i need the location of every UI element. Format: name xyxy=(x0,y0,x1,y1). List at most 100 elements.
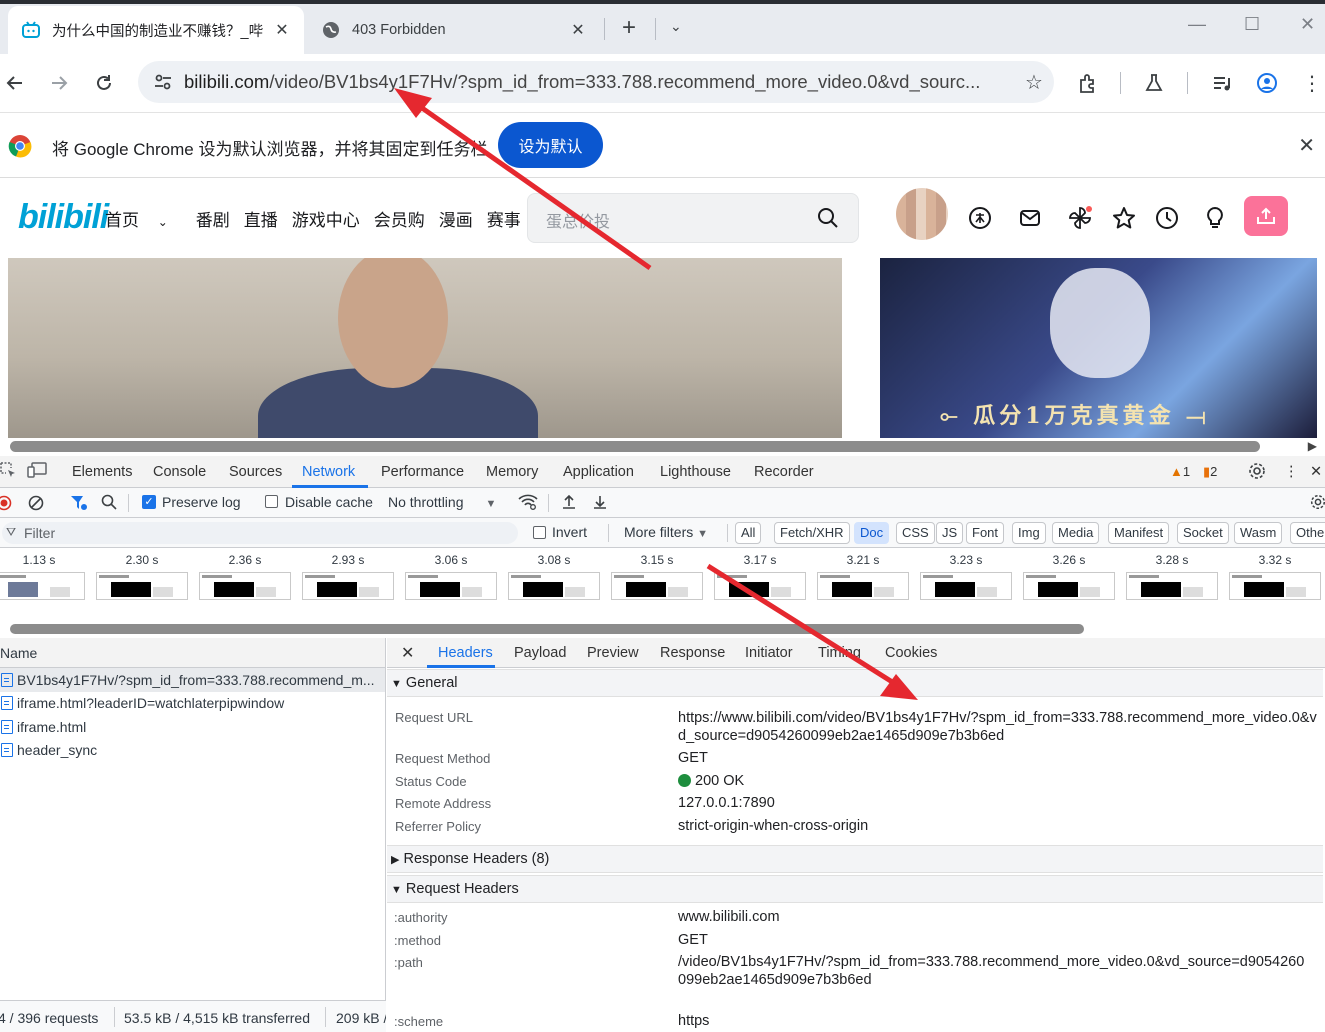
more-filters-dropdown[interactable]: More filters ▼ xyxy=(624,524,708,540)
clear-icon[interactable] xyxy=(28,495,44,514)
filter-chip-doc[interactable]: Doc xyxy=(854,522,890,544)
filter-chip-wasm[interactable]: Wasm xyxy=(1234,522,1283,544)
device-toolbar-icon[interactable] xyxy=(27,462,47,482)
address-bar[interactable]: bilibili.com/video/BV1bs4y1F7Hv/?spm_id_… xyxy=(138,61,1054,103)
table-row[interactable]: iframe.html?leaderID=watchlaterpipwindow xyxy=(0,692,385,716)
vip-icon[interactable] xyxy=(966,204,994,232)
message-icon[interactable] xyxy=(1016,204,1044,232)
scrollbar-thumb[interactable] xyxy=(10,441,1260,452)
ad-banner[interactable]: ⟜ 瓜分1万克真黄金 ⟞ xyxy=(880,258,1317,438)
filmstrip-frame[interactable]: 3.23 s xyxy=(920,548,1012,608)
chrome-menu-icon[interactable]: ⋮ xyxy=(1297,68,1325,98)
nav-anime[interactable]: 番剧 xyxy=(196,206,230,231)
close-devtools-icon[interactable]: ✕ xyxy=(1310,464,1322,480)
filmstrip-frame[interactable]: 3.26 s xyxy=(1023,548,1115,608)
close-window-icon[interactable]: ✕ xyxy=(1300,14,1315,35)
issues-badge[interactable]: ▮2 xyxy=(1203,464,1217,480)
video-player[interactable] xyxy=(8,258,842,438)
tab-sources[interactable]: Sources xyxy=(229,464,282,480)
tab-payload[interactable]: Payload xyxy=(514,645,566,661)
close-infobar-icon[interactable]: ✕ xyxy=(1298,133,1315,158)
invert-checkbox[interactable] xyxy=(533,526,546,539)
throttling-select[interactable]: No throttling ▼ xyxy=(388,494,496,510)
filmstrip-frame[interactable]: 2.36 s xyxy=(199,548,291,608)
scroll-right-arrow-icon[interactable]: ▶ xyxy=(1308,439,1317,453)
tab-console[interactable]: Console xyxy=(153,464,206,480)
filter-chip-fetch-xhr[interactable]: Fetch/XHR xyxy=(774,522,850,544)
filter-chip-socket[interactable]: Socket xyxy=(1177,522,1229,544)
close-details-icon[interactable]: ✕ xyxy=(401,643,414,663)
tab-initiator[interactable]: Initiator xyxy=(745,645,793,661)
tab-bilibili[interactable]: 为什么中国的制造业不赚钱？_哔 ✕ xyxy=(8,6,304,54)
name-column-header[interactable]: Name xyxy=(0,638,385,668)
tab-performance[interactable]: Performance xyxy=(381,464,464,480)
filmstrip-frame[interactable]: 3.21 s xyxy=(817,548,909,608)
creation-bulb-icon[interactable] xyxy=(1201,204,1229,232)
close-tab-icon[interactable]: ✕ xyxy=(272,20,292,40)
nav-shop[interactable]: 会员购 xyxy=(374,206,425,231)
filter-input[interactable]: ⛛ Filter xyxy=(2,522,518,544)
filmstrip-frame[interactable]: 3.32 s xyxy=(1229,548,1321,608)
nav-game-center[interactable]: 游戏中心 xyxy=(292,206,360,231)
filmstrip-frame[interactable]: 2.30 s xyxy=(96,548,188,608)
filmstrip-frame[interactable]: 1.13 s xyxy=(0,548,85,608)
warnings-badge[interactable]: ▲1 xyxy=(1170,464,1190,479)
record-stop-icon[interactable] xyxy=(0,495,12,514)
general-section-header[interactable]: ▼ General xyxy=(387,669,1323,697)
tab-application[interactable]: Application xyxy=(563,464,634,480)
filter-funnel-icon[interactable] xyxy=(70,495,88,514)
devtools-menu-icon[interactable]: ⋮ xyxy=(1284,464,1299,480)
filter-chip-all[interactable]: All xyxy=(735,522,762,544)
close-tab-icon[interactable]: ✕ xyxy=(568,20,588,40)
tab-network[interactable]: Network xyxy=(302,464,355,480)
tab-preview[interactable]: Preview xyxy=(587,645,639,661)
filter-chip-css[interactable]: CSS xyxy=(896,522,935,544)
upload-button[interactable] xyxy=(1244,196,1288,236)
filter-chip-js[interactable]: JS xyxy=(936,522,964,544)
tab-memory[interactable]: Memory xyxy=(486,464,538,480)
search-icon[interactable] xyxy=(816,206,840,233)
table-row[interactable]: BV1bs4y1F7Hv/?spm_id_from=333.788.recomm… xyxy=(0,668,385,692)
avatar[interactable] xyxy=(896,188,948,240)
history-clock-icon[interactable] xyxy=(1153,204,1181,232)
bookmark-star-icon[interactable]: ☆ xyxy=(1014,70,1054,95)
bilibili-logo[interactable]: bilibili xyxy=(18,198,109,237)
forward-icon[interactable] xyxy=(44,68,74,98)
inspect-element-icon[interactable] xyxy=(0,462,16,482)
filmstrip-frame[interactable]: 3.06 s xyxy=(405,548,497,608)
labs-flask-icon[interactable] xyxy=(1139,68,1169,98)
nav-home[interactable]: 首页 ⌄ xyxy=(105,206,182,231)
tab-response[interactable]: Response xyxy=(660,645,725,661)
tab-403[interactable]: 403 Forbidden ✕ xyxy=(308,6,600,54)
filmstrip-frame[interactable]: 3.17 s xyxy=(714,548,806,608)
nav-esports[interactable]: 赛事 xyxy=(487,206,521,231)
filter-chip-font[interactable]: Font xyxy=(966,522,1005,544)
tab-search-chevron-icon[interactable]: ⌄ xyxy=(670,18,682,35)
export-har-icon[interactable] xyxy=(592,494,608,513)
settings-gear-icon[interactable] xyxy=(1248,462,1266,484)
dynamic-fan-icon[interactable] xyxy=(1066,204,1094,232)
tab-cookies[interactable]: Cookies xyxy=(885,645,937,661)
page-horizontal-scrollbar[interactable]: ▶ xyxy=(0,439,1325,454)
filmstrip-frame[interactable]: 3.28 s xyxy=(1126,548,1218,608)
tab-headers[interactable]: Headers xyxy=(438,645,493,661)
filmstrip-frame[interactable]: 2.93 s xyxy=(302,548,394,608)
table-row[interactable]: iframe.html xyxy=(0,715,385,739)
filter-chip-img[interactable]: Img xyxy=(1012,522,1046,544)
nav-live[interactable]: 直播 xyxy=(244,206,278,231)
request-headers-section-header[interactable]: ▼ Request Headers xyxy=(387,875,1323,903)
filmstrip-frame[interactable]: 3.08 s xyxy=(508,548,600,608)
nav-manga[interactable]: 漫画 xyxy=(439,206,473,231)
reload-icon[interactable] xyxy=(89,68,119,98)
filter-chip-other[interactable]: Othe xyxy=(1290,522,1325,544)
filter-chip-manifest[interactable]: Manifest xyxy=(1108,522,1170,544)
search-icon[interactable] xyxy=(101,494,117,513)
favorites-star-icon[interactable] xyxy=(1110,204,1138,232)
network-settings-gear-icon[interactable] xyxy=(1310,494,1325,513)
response-headers-section-header[interactable]: ▶ Response Headers (8) xyxy=(387,845,1323,873)
scrollbar-thumb[interactable] xyxy=(10,624,1084,634)
import-har-icon[interactable] xyxy=(561,494,577,513)
site-info-icon[interactable] xyxy=(146,72,180,92)
media-control-icon[interactable] xyxy=(1207,68,1237,98)
new-tab-icon[interactable]: + xyxy=(616,14,642,42)
